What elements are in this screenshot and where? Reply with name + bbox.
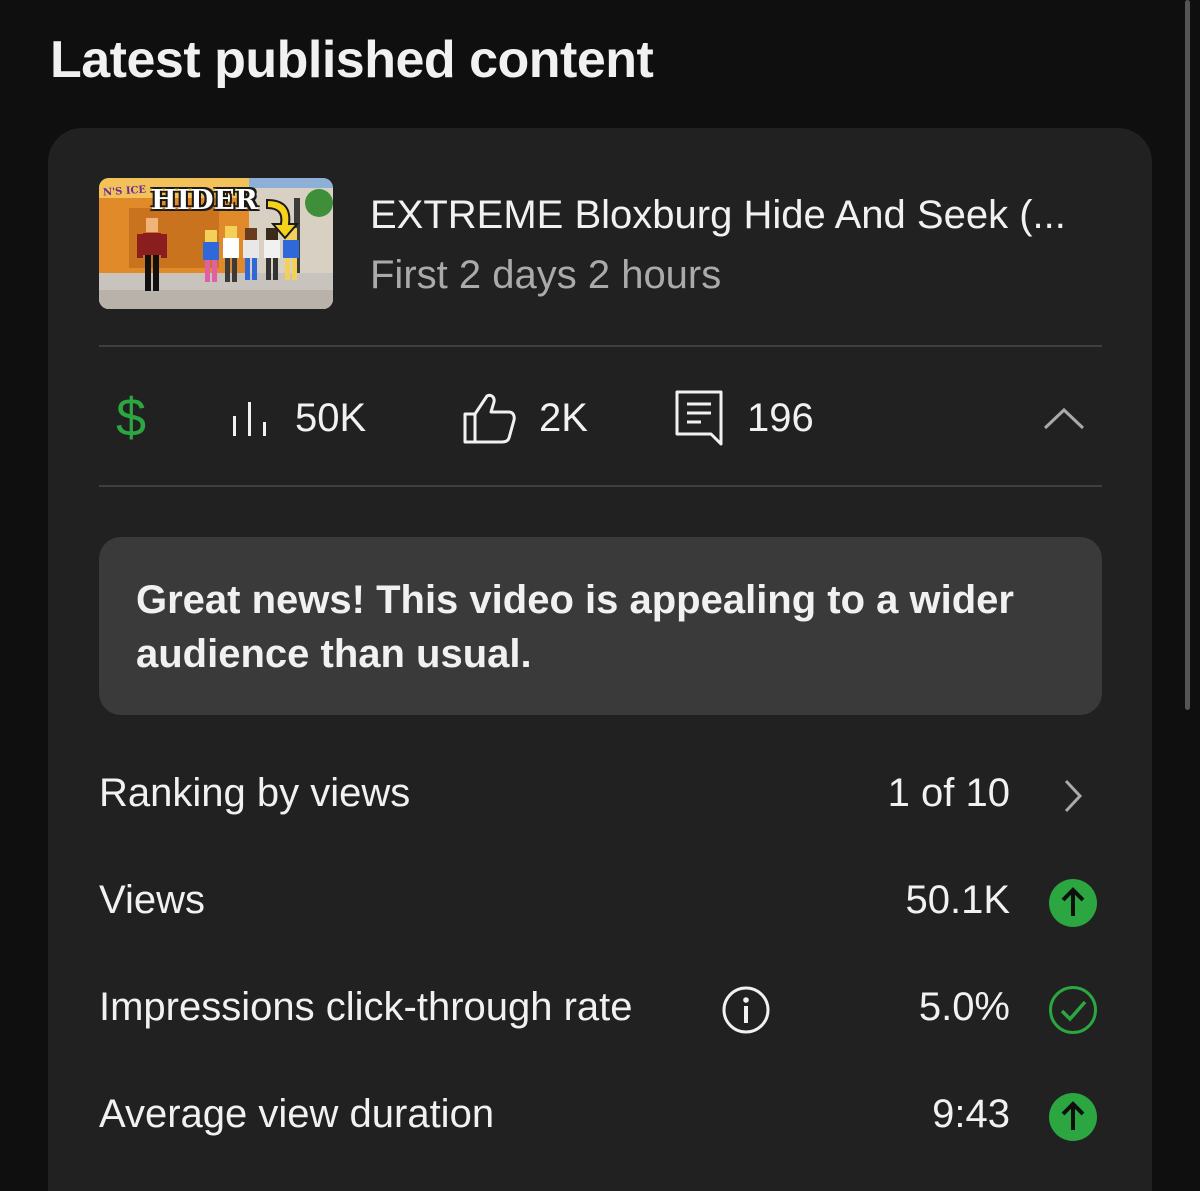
latest-content-card: N'S ICE HIDER EXTREME Bloxburg Hide And … xyxy=(48,128,1152,1191)
divider-top xyxy=(99,345,1102,347)
chevron-up-icon xyxy=(1043,407,1085,430)
video-title[interactable]: EXTREME Bloxburg Hide And Seek (... xyxy=(370,192,1110,238)
comment-icon xyxy=(675,390,723,446)
metric-row-views[interactable]: Views 50.1K xyxy=(99,872,1102,932)
thumbnail-hider-text: HIDER xyxy=(151,185,259,216)
comments-stat[interactable]: 196 xyxy=(673,348,814,488)
arrow-up-circle-icon xyxy=(1049,879,1097,927)
views-stat[interactable]: 50K xyxy=(229,348,366,488)
insight-banner: Great news! This video is appealing to a… xyxy=(99,537,1102,715)
metric-label: Views xyxy=(99,878,205,922)
collapse-toggle[interactable] xyxy=(1043,348,1085,488)
bar-chart-icon xyxy=(233,402,266,436)
metric-label: Impressions click-through rate xyxy=(99,985,633,1029)
likes-stat[interactable]: 2K xyxy=(461,348,588,488)
metric-label: Average view duration xyxy=(99,1092,495,1136)
metric-row-ranking[interactable]: Ranking by views 1 of 10 xyxy=(99,765,1102,825)
metric-value: 50.1K xyxy=(905,878,1010,922)
stats-row: $ 50K 2K 196 xyxy=(99,348,1102,488)
comments-count: 196 xyxy=(747,395,814,440)
scrollbar[interactable] xyxy=(1185,0,1190,710)
metric-value: 1 of 10 xyxy=(887,771,1010,815)
metric-value: 5.0% xyxy=(918,985,1010,1029)
video-meta: EXTREME Bloxburg Hide And Seek (... Firs… xyxy=(370,192,1110,298)
views-count: 50K xyxy=(295,395,367,440)
metric-row-avg-duration[interactable]: Average view duration 9:43 xyxy=(99,1086,1102,1146)
likes-count: 2K xyxy=(539,395,588,440)
video-row[interactable]: N'S ICE HIDER EXTREME Bloxburg Hide And … xyxy=(99,178,1109,310)
info-icon[interactable] xyxy=(721,985,771,1035)
video-period: First 2 days 2 hours xyxy=(370,253,722,297)
thumbs-up-icon xyxy=(463,393,516,444)
insight-banner-text: Great news! This video is appealing to a… xyxy=(136,578,1014,676)
metric-value: 9:43 xyxy=(932,1092,1010,1136)
section-title: Latest published content xyxy=(50,31,654,89)
arrow-up-circle-icon xyxy=(1049,1093,1097,1141)
video-thumbnail[interactable]: N'S ICE HIDER xyxy=(99,178,333,309)
metric-label: Ranking by views xyxy=(99,771,411,815)
monetization-stat[interactable]: $ xyxy=(116,348,146,488)
divider-bottom xyxy=(99,485,1102,487)
page: Latest published content N'S ICE HIDER E… xyxy=(0,0,1200,1191)
check-circle-icon xyxy=(1049,986,1097,1034)
metric-row-ctr[interactable]: Impressions click-through rate 5.0% xyxy=(99,979,1102,1039)
dollar-icon: $ xyxy=(116,388,147,448)
chevron-right-icon xyxy=(1064,779,1083,813)
